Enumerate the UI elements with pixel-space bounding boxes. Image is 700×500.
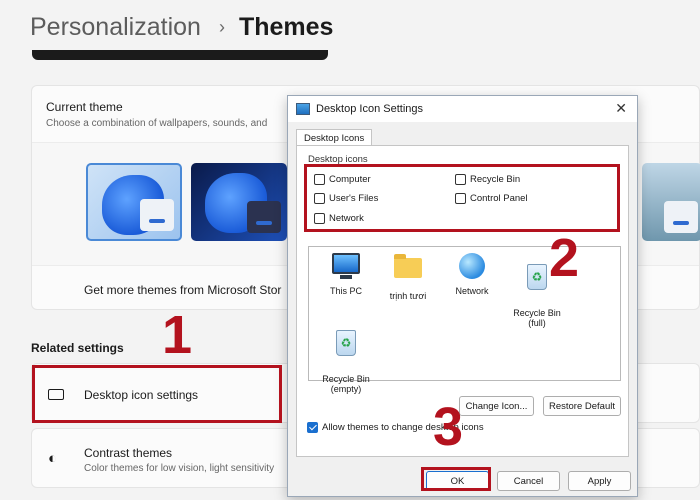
computer-icon bbox=[331, 253, 361, 281]
page-title: Themes bbox=[238, 12, 334, 41]
highlight-desktop-icons-checkboxes bbox=[304, 164, 620, 232]
dialog-title: Desktop Icon Settings bbox=[316, 103, 424, 115]
current-theme-title: Current theme bbox=[46, 100, 123, 114]
dialog-titlebar[interactable]: Desktop Icon Settings ✕ bbox=[288, 96, 637, 122]
highlight-desktop-icon-settings bbox=[32, 365, 282, 423]
preview-strip bbox=[32, 50, 328, 60]
contrast-themes-label: Contrast themes bbox=[84, 446, 173, 460]
chevron-right-icon: › bbox=[218, 16, 225, 37]
breadcrumb: Personalization › Themes bbox=[30, 10, 333, 44]
icon-item-label: Recycle Bin (full) bbox=[513, 307, 561, 329]
contrast-icon: ◐ bbox=[48, 450, 58, 467]
restore-default-button[interactable]: Restore Default bbox=[543, 396, 621, 416]
network-icon bbox=[457, 253, 487, 281]
window-preview-icon bbox=[247, 201, 281, 233]
apply-button[interactable]: Apply bbox=[568, 471, 631, 491]
step-number-3: 3 bbox=[433, 397, 464, 457]
breadcrumb-personalization[interactable]: Personalization bbox=[30, 13, 201, 42]
recycle-bin-empty-icon: ♻ bbox=[331, 329, 361, 358]
highlight-ok-button bbox=[421, 467, 491, 491]
change-icon-button[interactable]: Change Icon... bbox=[459, 396, 534, 416]
icon-item-network[interactable]: Network bbox=[440, 253, 504, 297]
theme-thumbnail-light[interactable] bbox=[86, 163, 182, 241]
desktop-icon-settings-icon bbox=[296, 103, 310, 115]
window-preview-icon bbox=[664, 201, 698, 233]
close-icon[interactable]: ✕ bbox=[615, 100, 627, 117]
icon-item-label: trịnh tươi bbox=[389, 291, 427, 301]
icon-item-label: Network bbox=[455, 286, 489, 296]
icon-item-this-pc[interactable]: This PC bbox=[314, 253, 378, 297]
theme-thumbnail-landscape[interactable] bbox=[642, 163, 700, 241]
icon-item-label: Recycle Bin (empty) bbox=[322, 373, 370, 395]
checkbox-box-checked[interactable] bbox=[307, 422, 318, 433]
related-settings-heading: Related settings bbox=[31, 341, 124, 355]
window-preview-icon bbox=[140, 199, 174, 231]
step-number-2: 2 bbox=[549, 228, 580, 288]
contrast-themes-subtitle: Color themes for low vision, light sensi… bbox=[84, 463, 275, 474]
get-more-themes-link[interactable]: Get more themes from Microsoft Stor bbox=[84, 283, 281, 297]
icon-item-user-folder[interactable]: trịnh tươi bbox=[376, 253, 440, 302]
theme-thumbnail-dark[interactable] bbox=[191, 163, 287, 241]
cancel-button[interactable]: Cancel bbox=[497, 471, 560, 491]
icon-item-recycle-bin-empty[interactable]: ♻ Recycle Bin (empty) bbox=[314, 319, 378, 406]
current-theme-subtitle: Choose a combination of wallpapers, soun… bbox=[46, 118, 268, 129]
recycle-bin-full-icon: ♻ bbox=[522, 263, 552, 292]
folder-icon bbox=[393, 254, 423, 286]
icon-item-label: This PC bbox=[329, 286, 362, 296]
step-number-1: 1 bbox=[162, 305, 193, 365]
